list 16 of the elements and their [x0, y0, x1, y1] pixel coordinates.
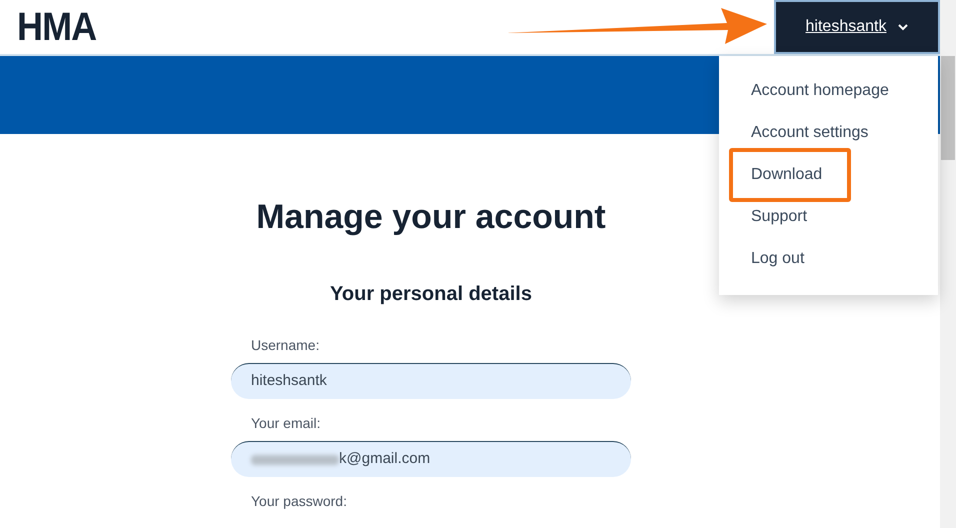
field-label: Your password:	[250, 492, 348, 511]
field-label: Username:	[250, 336, 320, 355]
logo[interactable]: HMA	[17, 0, 96, 57]
menu-item[interactable]: Support	[751, 205, 808, 229]
scrollbar[interactable]	[940, 0, 956, 528]
menu-item[interactable]: Download	[751, 163, 822, 187]
menu-item[interactable]: Log out	[751, 247, 804, 271]
field-label: Your email:	[250, 414, 322, 433]
text-field[interactable]: hiteshsantk	[231, 363, 631, 399]
menu-item[interactable]: Account homepage	[751, 79, 889, 103]
account-menu-button[interactable]: hiteshsantk	[774, 0, 940, 54]
chevron-down-icon	[898, 24, 908, 30]
section-title: Your personal details	[329, 282, 533, 307]
page-title: Manage your account	[255, 197, 607, 238]
menu-item[interactable]: Account settings	[751, 121, 868, 145]
text-field[interactable]: k@gmail.com	[231, 441, 631, 477]
